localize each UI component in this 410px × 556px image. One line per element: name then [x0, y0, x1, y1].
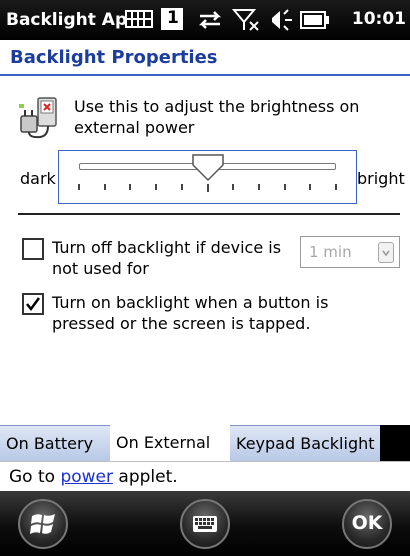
- volume-icon: [266, 8, 294, 36]
- tab-keypad-backlight[interactable]: Keypad Backlight: [230, 425, 380, 461]
- slider-max-label: bright: [357, 169, 405, 188]
- tab-label: Keypad Backlight: [236, 434, 375, 453]
- checkmark-icon: [26, 297, 41, 312]
- tab-label: On Battery: [6, 434, 94, 453]
- ok-button[interactable]: OK: [342, 499, 392, 549]
- brightness-slider[interactable]: [58, 150, 357, 204]
- keyboard-icon: [193, 516, 217, 532]
- turn-off-backlight-checkbox[interactable]: [22, 238, 44, 260]
- app-title: Backlight Ap: [6, 10, 128, 30]
- chevron-down-icon[interactable]: [378, 242, 394, 263]
- tab-on-external[interactable]: On External: [110, 425, 230, 461]
- timeout-select[interactable]: 1 min: [300, 236, 400, 268]
- slider-tick: [155, 184, 157, 190]
- power-applet-hint: Go to power applet.: [0, 461, 410, 491]
- softkey-bar: OK: [0, 491, 410, 556]
- page-title: Backlight Properties: [0, 40, 410, 76]
- slider-tick: [207, 184, 209, 192]
- slider-tick: [309, 184, 311, 190]
- windows-logo-icon: [30, 514, 55, 534]
- slider-tick: [335, 184, 337, 190]
- power-applet-link[interactable]: power: [60, 467, 113, 487]
- slider-tick: [129, 184, 131, 190]
- slider-tick: [104, 184, 106, 190]
- brightness-description: Use this to adjust the brightness on ext…: [74, 97, 360, 137]
- slider-min-label: dark: [20, 169, 56, 188]
- power-plug-icon: [18, 96, 64, 144]
- ok-label: OK: [351, 512, 383, 534]
- status-bar: Backlight Ap 1 10:01: [0, 0, 410, 40]
- battery-grid-icon: [125, 8, 153, 34]
- tab-on-battery[interactable]: On Battery: [0, 425, 110, 461]
- slider-tick: [78, 184, 80, 190]
- turn-off-backlight-label: Turn off backlight if device is not used…: [52, 238, 282, 278]
- tab-bar: On Battery On External Keypad Backlight: [0, 425, 410, 461]
- hint-prefix: Go to: [9, 467, 61, 487]
- settings-panel: Use this to adjust the brightness on ext…: [0, 78, 410, 425]
- keyboard-button[interactable]: [180, 499, 230, 549]
- slider-tick: [181, 184, 183, 190]
- turn-on-backlight-checkbox[interactable]: [22, 293, 44, 315]
- slider-thumb[interactable]: [191, 153, 225, 187]
- clock[interactable]: 10:01: [352, 9, 406, 29]
- battery-icon: [300, 10, 330, 34]
- sim-slot-icon: 1: [160, 7, 184, 35]
- tab-label: On External: [116, 433, 211, 452]
- start-button[interactable]: [18, 499, 68, 549]
- timeout-value: 1 min: [309, 243, 352, 261]
- hint-suffix: applet.: [113, 467, 178, 487]
- sim-number: 1: [167, 8, 179, 28]
- slider-tick: [258, 184, 260, 190]
- turn-on-backlight-label: Turn on backlight when a button is press…: [52, 293, 329, 333]
- slider-tick: [284, 184, 286, 190]
- data-transfer-icon: [196, 8, 224, 36]
- no-signal-icon: [231, 8, 260, 36]
- slider-tick: [232, 184, 234, 190]
- divider: [18, 213, 400, 215]
